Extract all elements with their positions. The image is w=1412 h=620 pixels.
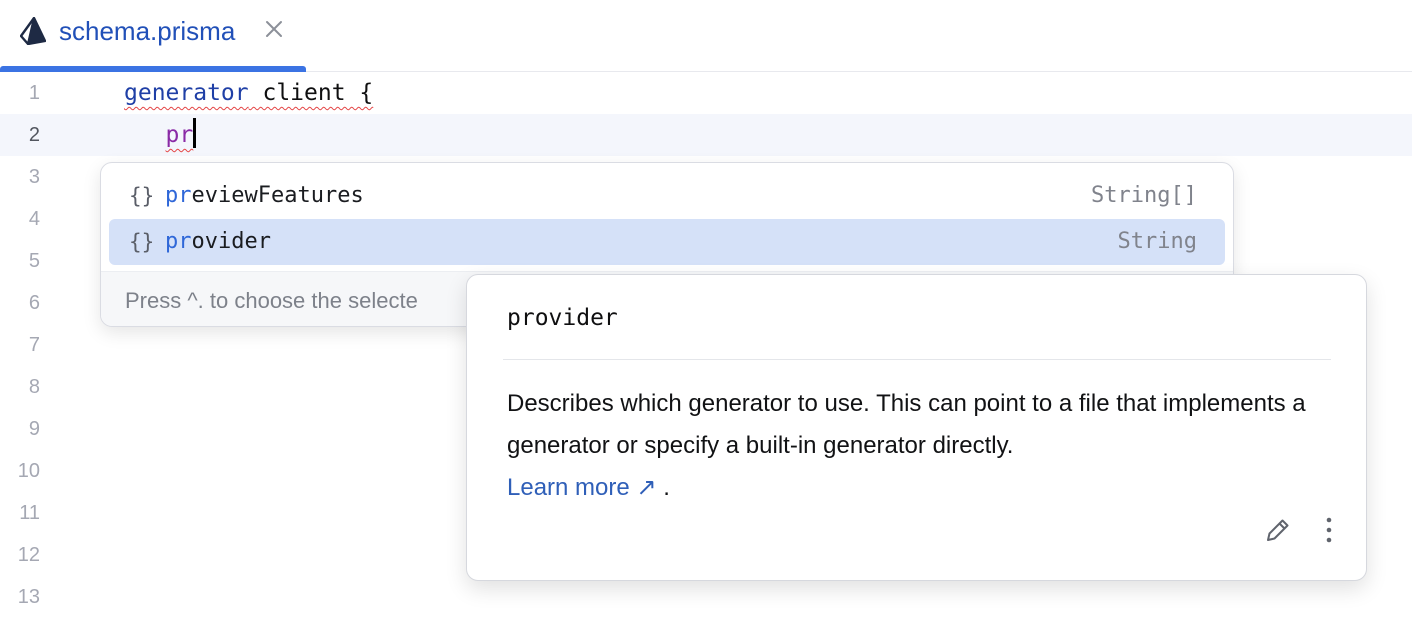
editor-tab-bar: schema.prisma — [0, 0, 1412, 72]
more-vertical-icon[interactable] — [1319, 515, 1339, 545]
line-number: 3 — [28, 166, 40, 188]
line-number: 10 — [17, 460, 40, 482]
tab-schema-prisma[interactable]: schema.prisma — [0, 0, 306, 72]
code-line-1: generator client { — [124, 72, 373, 114]
tab-title: schema.prisma — [59, 16, 236, 46]
line-number: 1 — [28, 82, 40, 104]
match-highlight: pr — [165, 183, 192, 208]
learn-more-label: Learn more — [507, 474, 630, 501]
line-number: 4 — [28, 208, 40, 230]
completion-item-label: previewFeatures — [165, 173, 364, 219]
line-number: 13 — [17, 586, 40, 608]
match-highlight: pr — [165, 229, 192, 254]
learn-more-link[interactable]: Learn more ↗ — [507, 474, 657, 501]
code-text: client { — [248, 80, 374, 106]
line-number: 8 — [28, 376, 40, 398]
line-number-active: 2 — [28, 124, 40, 146]
completion-hint: Press ^. to choose the selecte — [125, 288, 418, 313]
pencil-icon[interactable] — [1263, 515, 1293, 545]
text-caret — [193, 118, 197, 148]
completion-item-label: provider — [165, 219, 271, 265]
doc-title: provider — [507, 305, 618, 331]
keyword-generator: generator — [124, 80, 249, 106]
property-icon: {} — [129, 184, 155, 208]
doc-description: Describes which generator to use. This c… — [507, 390, 1306, 459]
completion-item-provider[interactable]: {} provider String — [109, 219, 1225, 265]
documentation-popup: provider Describes which generator to us… — [466, 274, 1367, 581]
completion-item-previewfeatures[interactable]: {} previewFeatures String[] — [109, 173, 1225, 219]
prisma-icon — [20, 17, 46, 45]
property-icon: {} — [129, 230, 155, 254]
label-rest: eviewFeatures — [191, 183, 364, 208]
external-link-icon: ↗ — [636, 474, 657, 501]
line-number: 11 — [19, 502, 40, 524]
typed-text: pr — [165, 122, 194, 148]
line-number: 5 — [28, 250, 40, 272]
doc-trailing: . — [663, 474, 670, 501]
completion-item-type: String[] — [1091, 183, 1197, 208]
label-rest: ovider — [191, 229, 271, 254]
close-icon[interactable] — [264, 19, 284, 39]
line-number: 6 — [28, 292, 40, 314]
code-line-2: pr — [124, 114, 197, 156]
line-number: 7 — [28, 334, 40, 356]
doc-divider — [503, 359, 1331, 360]
doc-body: Describes which generator to use. This c… — [507, 383, 1337, 509]
line-number: 12 — [17, 544, 40, 566]
completion-item-type: String — [1117, 229, 1197, 254]
current-line-highlight — [0, 114, 1412, 156]
line-number: 9 — [28, 418, 40, 440]
